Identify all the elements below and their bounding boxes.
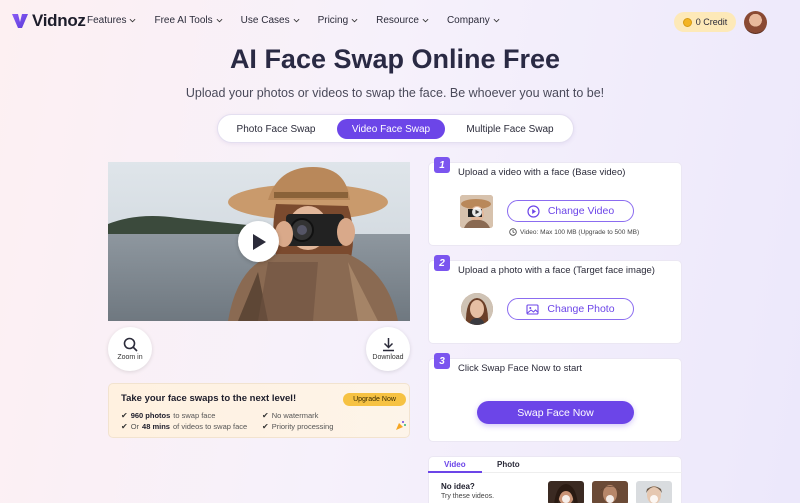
play-circle-icon <box>527 204 540 218</box>
promo-feature-photos: ✔ 960 photos to swap face <box>121 411 215 420</box>
change-video-label: Change Video <box>547 205 615 217</box>
check-icon: ✔ <box>121 422 128 431</box>
zoom-in-button[interactable]: Zoom in <box>108 327 152 371</box>
video-size-note-text: Video: Max 100 MB (Upgrade to 500 MB) <box>520 228 640 236</box>
try-videos-text: Try these videos. <box>441 493 495 500</box>
promo-videos-text: of videos to swap face <box>172 422 248 431</box>
promo-feature-watermark: ✔ No watermark <box>262 411 318 420</box>
no-idea-heading: No idea? <box>441 482 475 491</box>
promo-feature-priority: ✔ Priority processing <box>262 422 333 431</box>
chevron-down-icon <box>422 18 429 23</box>
menu-features-label: Features <box>87 15 127 26</box>
menu-resource-label: Resource <box>376 15 419 26</box>
menu-features[interactable]: Features <box>87 15 136 26</box>
promo-photos-text: to swap face <box>173 411 216 420</box>
menu-free-ai-tools-label: Free AI Tools <box>154 15 213 26</box>
check-icon: ✔ <box>121 411 128 420</box>
step-3-number: 3 <box>434 353 450 369</box>
promo-title: Take your face swaps to the next level! <box>121 393 297 404</box>
user-avatar[interactable] <box>744 11 767 34</box>
sample-video-3[interactable] <box>636 481 672 503</box>
step-1-text: Upload a video with a face (Base video) <box>458 167 626 178</box>
credit-badge[interactable]: 0 Credit <box>674 12 736 32</box>
zoom-in-label: Zoom in <box>117 354 143 361</box>
download-label: Download <box>372 354 404 361</box>
main-menu: Features Free AI Tools Use Cases Pricing… <box>87 15 518 26</box>
target-face-thumbnail[interactable] <box>461 293 493 325</box>
tab-photo-face-swap[interactable]: Photo Face Swap <box>224 119 328 139</box>
step-3-text: Click Swap Face Now to start <box>458 363 583 374</box>
target-face-image <box>461 293 493 325</box>
check-icon: ✔ <box>262 411 269 420</box>
logo-text: Vidnoz <box>32 11 86 30</box>
sample-video-2[interactable] <box>592 481 628 503</box>
step-2-text: Upload a photo with a face (Target face … <box>458 265 655 276</box>
page-title: AI Face Swap Online Free <box>229 44 561 74</box>
base-video-thumbnail[interactable] <box>460 195 493 228</box>
search-icon <box>123 337 138 352</box>
video-size-note: Video: Max 100 MB (Upgrade to 500 MB) <box>509 228 639 236</box>
promo-photos-count: 960 photos <box>130 411 171 420</box>
swap-face-now-button[interactable]: Swap Face Now <box>477 401 634 424</box>
sample-video-1[interactable] <box>548 481 584 503</box>
upgrade-promo: Take your face swaps to the next level! … <box>108 383 410 438</box>
tab-multiple-face-swap[interactable]: Multiple Face Swap <box>454 119 566 139</box>
sample-video-3-image <box>636 481 672 503</box>
download-button[interactable]: Download <box>366 327 410 371</box>
promo-videos-prefix: Or <box>130 422 140 431</box>
change-photo-button[interactable]: Change Photo <box>507 298 634 320</box>
chevron-down-icon <box>493 18 500 23</box>
image-icon <box>526 303 539 315</box>
upgrade-now-button[interactable]: Upgrade Now <box>343 393 406 406</box>
samples-tab-indicator <box>428 471 482 473</box>
chevron-down-icon <box>351 18 358 23</box>
menu-use-cases-label: Use Cases <box>240 15 290 26</box>
chevron-down-icon <box>216 18 223 23</box>
promo-priority-text: Priority processing <box>271 422 334 431</box>
promo-videos-count: 48 mins <box>142 422 170 431</box>
clock-icon <box>509 228 517 236</box>
vidnoz-logo-icon <box>12 14 28 28</box>
step-2-number: 2 <box>434 255 450 271</box>
top-navbar: Vidnoz Features Free AI Tools Use Cases … <box>0 0 800 44</box>
tab-video-face-swap[interactable]: Video Face Swap <box>337 119 445 139</box>
chevron-down-icon <box>130 18 136 23</box>
menu-pricing[interactable]: Pricing <box>318 15 359 26</box>
vidnoz-logo[interactable]: Vidnoz <box>10 11 86 31</box>
sample-video-1-image <box>548 481 584 503</box>
mode-tabs: Photo Face Swap Video Face Swap Multiple… <box>217 114 574 143</box>
promo-feature-videos: ✔ Or 48 mins of videos to swap face <box>121 422 247 431</box>
play-button[interactable] <box>238 221 279 262</box>
menu-company[interactable]: Company <box>447 15 500 26</box>
chevron-down-icon <box>293 18 299 23</box>
menu-company-label: Company <box>446 15 490 26</box>
menu-pricing-label: Pricing <box>317 15 349 26</box>
confetti-icon <box>396 421 406 430</box>
download-icon <box>382 338 394 352</box>
menu-free-ai-tools[interactable]: Free AI Tools <box>154 15 223 26</box>
page-subtitle: Upload your photos or videos to swap the… <box>185 86 605 100</box>
tab-sample-photo[interactable]: Photo <box>497 460 520 469</box>
menu-resource[interactable]: Resource <box>376 15 429 26</box>
play-icon <box>252 233 266 250</box>
step-1-number: 1 <box>434 157 450 173</box>
menu-use-cases[interactable]: Use Cases <box>241 15 300 26</box>
base-video-image <box>460 195 493 228</box>
tab-sample-video[interactable]: Video <box>444 460 466 469</box>
promo-watermark-text: No watermark <box>271 411 319 420</box>
sample-video-2-image <box>592 481 628 503</box>
change-photo-label: Change Photo <box>547 303 615 315</box>
check-icon: ✔ <box>262 422 269 431</box>
change-video-button[interactable]: Change Video <box>507 200 634 222</box>
credit-label: 0 Credit <box>695 17 728 27</box>
coin-icon <box>682 17 692 27</box>
